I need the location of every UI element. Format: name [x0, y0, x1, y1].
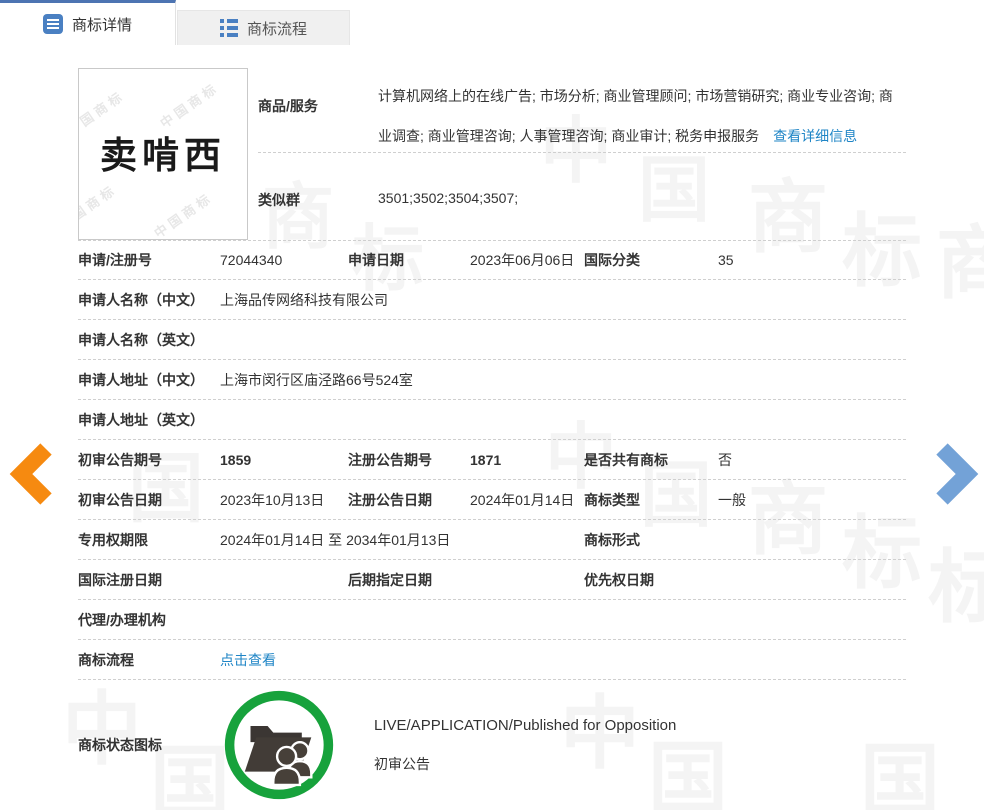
prelim-gazette-no-label: 初审公告期号 [78, 450, 220, 470]
goods-services-label: 商品/服务 [258, 96, 368, 116]
status-folder-icon [222, 688, 336, 802]
applicant-address-en-label: 申请人地址（英文） [78, 410, 220, 430]
intl-class-label: 国际分类 [584, 250, 718, 270]
next-arrow-button[interactable] [934, 442, 980, 511]
watermark-character: 商 [936, 224, 984, 304]
click-to-view-link[interactable]: 点击查看 [220, 652, 276, 668]
tab-label: 商标流程 [247, 18, 307, 39]
flow-list-icon [220, 19, 238, 37]
trademark-info-table: 申请/注册号 72044340 申请日期 2023年06月06日 国际分类 35… [78, 240, 906, 810]
late-designation-date-label: 后期指定日期 [348, 570, 470, 590]
table-row: 国际注册日期 后期指定日期 优先权日期 [78, 560, 906, 600]
goods-services-value: 计算机网络上的在线广告; 市场分析; 商业管理顾问; 市场营销研究; 商业专业咨… [378, 76, 906, 156]
table-row: 申请人名称（英文） [78, 320, 906, 360]
tab-label: 商标详情 [72, 14, 132, 35]
prelim-gazette-date-value: 2023年10月13日 [220, 490, 348, 510]
view-details-link[interactable]: 查看详细信息 [773, 128, 857, 144]
reg-gazette-no-value: 1871 [470, 452, 584, 468]
status-texts: LIVE/APPLICATION/Published for Oppositio… [374, 717, 676, 774]
trademark-form-label: 商标形式 [584, 530, 718, 550]
trademark-image[interactable]: 中国商标 中国商标 中国商标 中国商标 卖啃西 [78, 68, 248, 240]
previous-arrow-button[interactable] [8, 442, 54, 511]
status-live-text: LIVE/APPLICATION/Published for Oppositio… [374, 717, 676, 734]
co-owned-value: 否 [718, 450, 906, 470]
applicant-address-cn-label: 申请人地址（中文） [78, 370, 220, 390]
watermark-character: 国 [638, 155, 710, 227]
reg-gazette-no-label: 注册公告期号 [348, 450, 470, 470]
applicant-name-cn-label: 申请人名称（中文） [78, 290, 220, 310]
status-icon-label: 商标状态图标 [78, 735, 220, 755]
tab-trademark-detail[interactable]: 商标详情 [0, 0, 176, 45]
table-row: 商标流程 点击查看 [78, 640, 906, 680]
status-cn-text: 初审公告 [374, 754, 676, 774]
prelim-gazette-date-label: 初审公告日期 [78, 490, 220, 510]
reg-gazette-date-value: 2024年01月14日 [470, 490, 584, 510]
detail-list-icon [43, 14, 63, 34]
trademark-type-label: 商标类型 [584, 490, 718, 510]
tab-bar: 商标详情 商标流程 [0, 0, 984, 45]
similar-group-value: 3501;3502;3504;3507; [378, 190, 518, 206]
application-date-value: 2023年06月06日 [470, 250, 584, 270]
table-row: 申请人地址（英文） [78, 400, 906, 440]
prelim-gazette-no-value: 1859 [220, 452, 348, 468]
table-row: 申请人地址（中文） 上海市闵行区庙泾路66号524室 [78, 360, 906, 400]
table-row: 初审公告期号 1859 注册公告期号 1871 是否共有商标 否 [78, 440, 906, 480]
priority-date-label: 优先权日期 [584, 570, 718, 590]
applicant-name-en-label: 申请人名称（英文） [78, 330, 220, 350]
validity-period-label: 专用权期限 [78, 530, 220, 550]
trademark-flow-label: 商标流程 [78, 650, 220, 670]
application-date-label: 申请日期 [348, 250, 470, 270]
co-owned-label: 是否共有商标 [584, 450, 718, 470]
image-watermark-text: 中国商标 [78, 179, 120, 234]
image-watermark-text: 中国商标 [150, 187, 217, 240]
watermark-character: 标 [928, 548, 984, 628]
table-row: 申请人名称（中文） 上海品传网络科技有限公司 [78, 280, 906, 320]
applicant-address-cn-value: 上海市闵行区庙泾路66号524室 [220, 370, 906, 390]
table-row: 初审公告日期 2023年10月13日 注册公告日期 2024年01月14日 商标… [78, 480, 906, 520]
application-number-label: 申请/注册号 [78, 250, 220, 270]
tab-trademark-flow[interactable]: 商标流程 [177, 10, 350, 45]
image-watermark-text: 中国商标 [156, 77, 223, 132]
intl-class-value: 35 [718, 252, 906, 268]
applicant-name-cn-value: 上海品传网络科技有限公司 [220, 290, 906, 310]
intl-reg-date-label: 国际注册日期 [78, 570, 220, 590]
application-number-value: 72044340 [220, 252, 348, 268]
trademark-status-row: 商标状态图标 LIVE/APPLICATION/Published for Op… [78, 680, 906, 810]
agency-label: 代理/办理机构 [78, 610, 220, 630]
table-row: 申请/注册号 72044340 申请日期 2023年06月06日 国际分类 35 [78, 240, 906, 280]
divider [258, 152, 906, 153]
table-row: 代理/办理机构 [78, 600, 906, 640]
trademark-type-value: 一般 [718, 490, 906, 510]
trademark-text: 卖啃西 [79, 125, 247, 179]
table-row: 专用权期限 2024年01月14日 至 2034年01月13日 商标形式 [78, 520, 906, 560]
similar-group-label: 类似群 [258, 190, 300, 210]
reg-gazette-date-label: 注册公告日期 [348, 490, 470, 510]
validity-period-value: 2024年01月14日 至 2034年01月13日 [220, 530, 584, 550]
trademark-detail-page: 商标中国商标商国中国商标标中国中国国 商标详情 商标流程 中国商标 中国商标 中… [0, 0, 984, 810]
